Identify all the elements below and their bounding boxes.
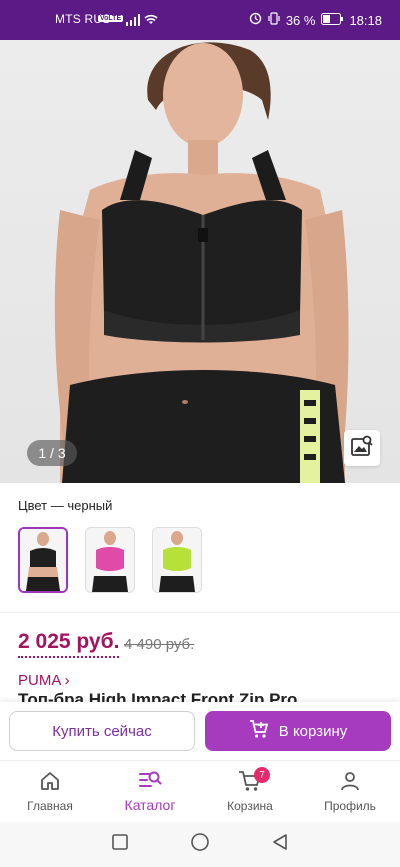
swatch-black[interactable]	[18, 527, 68, 593]
tab-profile-label: Профиль	[324, 799, 376, 813]
status-right: 36 % 18:18	[249, 12, 382, 28]
image-search-icon	[350, 434, 374, 463]
battery-icon	[321, 12, 344, 28]
tab-catalog-label: Каталог	[124, 797, 176, 813]
color-swatches	[18, 527, 202, 593]
divider	[0, 612, 400, 613]
swatch-pink[interactable]	[85, 527, 135, 593]
battery-percent: 36 %	[285, 12, 316, 28]
add-cart-icon	[249, 719, 269, 743]
add-to-cart-button[interactable]: В корзину	[205, 711, 391, 751]
action-bar: Купить сейчас В корзину	[0, 702, 400, 760]
tab-home-label: Главная	[27, 799, 73, 813]
back-icon[interactable]	[271, 833, 289, 856]
buy-now-label: Купить сейчас	[52, 722, 152, 740]
tab-home[interactable]: Главная	[0, 761, 100, 822]
recents-icon[interactable]	[111, 833, 129, 856]
image-search-button[interactable]	[344, 430, 380, 466]
home-icon	[39, 770, 61, 795]
alarm-icon	[249, 12, 262, 28]
signal-icon	[126, 14, 140, 29]
status-bar: MTS RUS VoLTE 36 % 18:18	[0, 0, 400, 40]
catalog-search-icon	[138, 770, 162, 793]
color-label: Цвет — черный	[18, 498, 113, 513]
clock: 18:18	[349, 12, 382, 28]
buy-now-button[interactable]: Купить сейчас	[9, 711, 195, 751]
wifi-icon	[143, 12, 159, 29]
add-to-cart-label: В корзину	[278, 722, 348, 740]
tab-cart[interactable]: 7 Корзина	[200, 761, 300, 822]
tab-profile[interactable]: Профиль	[300, 761, 400, 822]
system-nav-bar	[0, 822, 400, 867]
product-photo	[54, 42, 349, 483]
product-image-gallery[interactable]: 1 / 3	[0, 40, 400, 483]
product-title: Топ-бра High Impact Front Zip Pro	[18, 690, 298, 702]
profile-icon	[339, 770, 361, 795]
tab-catalog[interactable]: Каталог	[100, 761, 200, 822]
tab-cart-label: Корзина	[227, 799, 273, 813]
brand-link[interactable]: PUMA ›	[18, 672, 70, 689]
vibrate-icon	[268, 12, 280, 28]
bottom-tab-bar: Главная Каталог 7 Корзина Профиль	[0, 760, 400, 822]
swatch-lime[interactable]	[152, 527, 202, 593]
current-price[interactable]: 2 025 руб.	[18, 630, 120, 658]
old-price: 4 490 руб.	[124, 636, 195, 653]
gallery-counter: 1 / 3	[27, 440, 77, 466]
cart-badge: 7	[254, 767, 270, 783]
volte-icon: VoLTE	[98, 15, 124, 22]
home-nav-icon[interactable]	[190, 832, 210, 857]
